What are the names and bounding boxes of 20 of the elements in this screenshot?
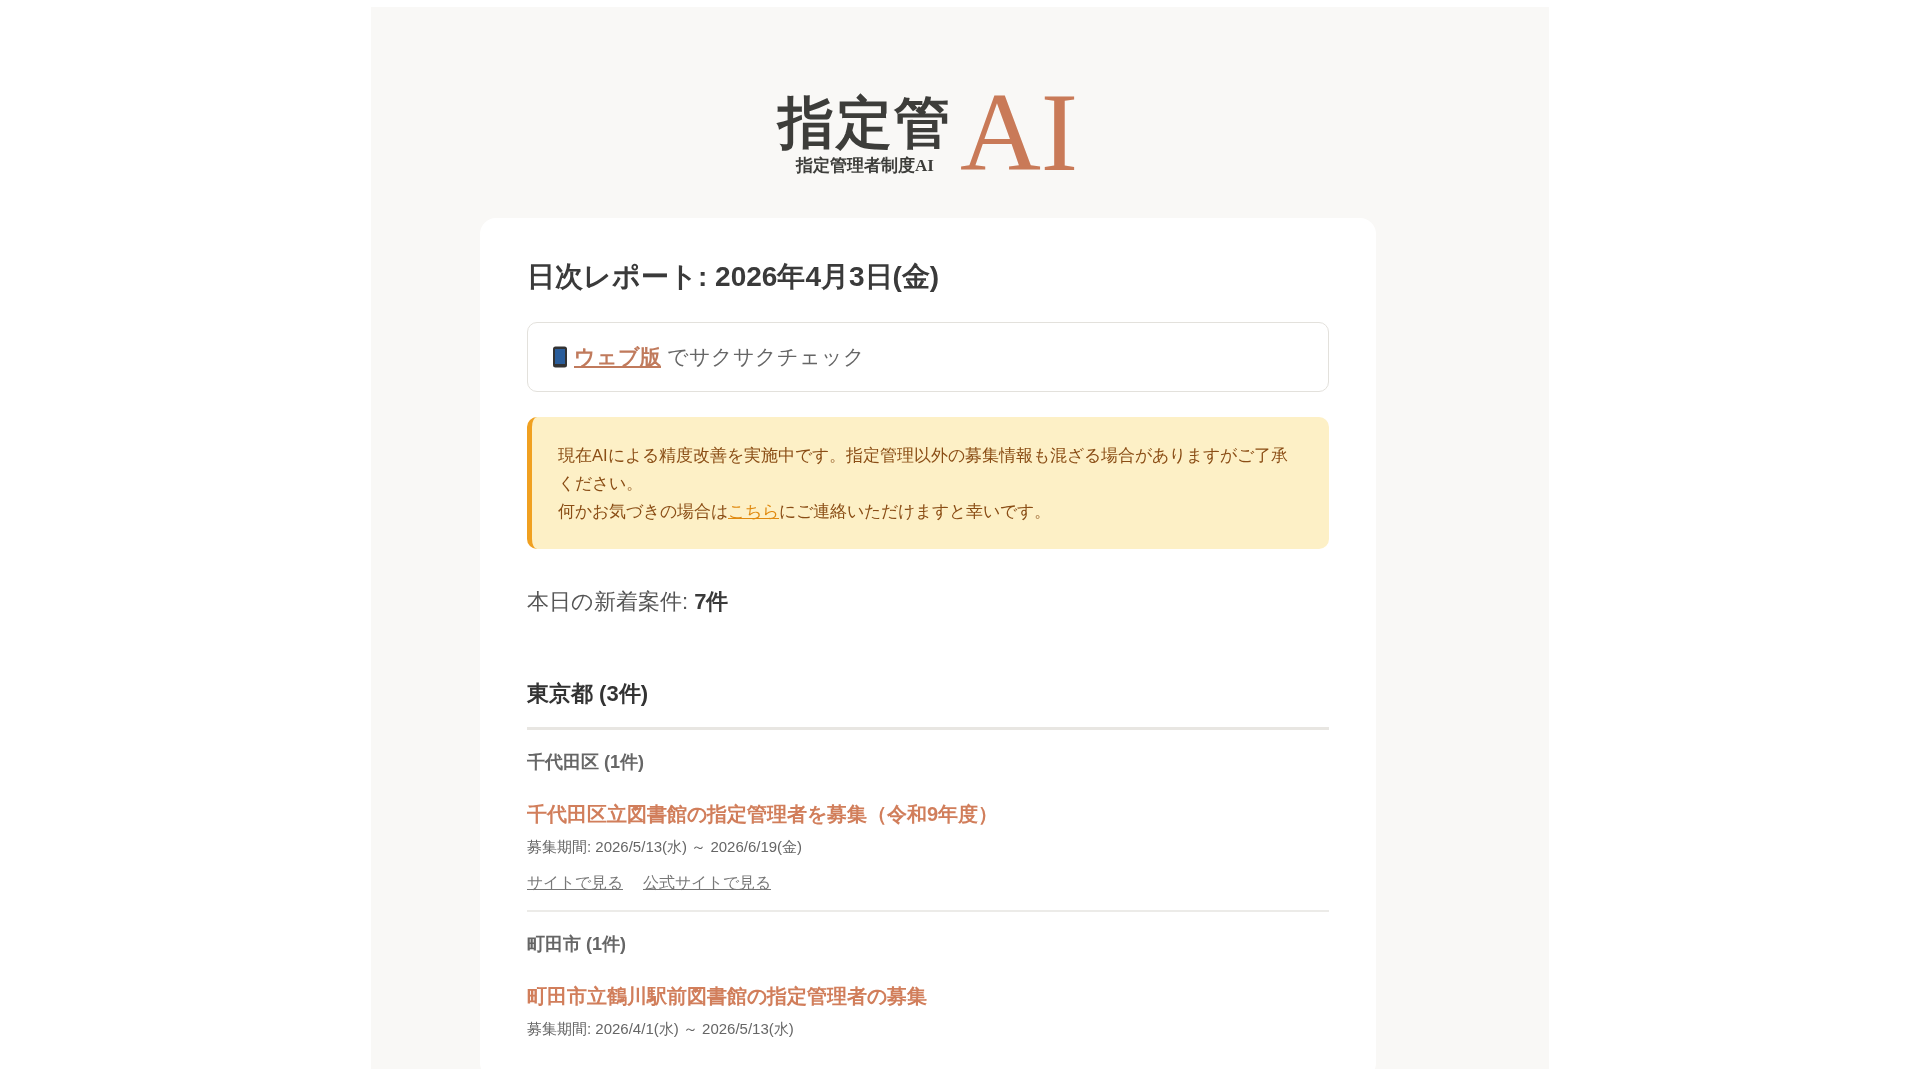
notice-text: 現在AIによる精度改善を実施中です。指定管理以外の募集情報も混ざる場合がありますがご了承ください。	[558, 445, 1289, 495]
listing-title-link[interactable]: 町田市立鶴川駅前図書館の指定管理者の募集	[527, 983, 927, 1011]
phone-icon	[552, 346, 568, 369]
notice-text: 何かお気づきの場合はこちらにご連絡いただけますと幸いです。	[558, 501, 1052, 523]
listing-title-link[interactable]: 千代田区立図書館の指定管理者を募集（令和9年度）	[527, 801, 999, 829]
area-heading: 千代田区 (1件)	[527, 751, 645, 775]
period-text: 募集期間: 2026/5/13(水) ～ 2026/6/19(金)	[527, 838, 804, 858]
section-heading: 東京都 (3件)	[527, 679, 1329, 731]
new-items-count: 本日の新着案件: 7件	[527, 588, 730, 617]
contact-link[interactable]: こちら	[728, 502, 779, 521]
report-title: 日次レポート: 2026年4月3日(金)	[527, 260, 941, 295]
logo-subtitle: 指定管理者制度AI	[795, 157, 934, 175]
area-heading: 町田市 (1件)	[527, 933, 627, 957]
site-link[interactable]: サイトで見る	[527, 873, 623, 895]
web-version-link[interactable]: ウェブ版	[574, 343, 661, 372]
site-link[interactable]: 公式サイトで見る	[643, 873, 771, 895]
banner-text: でサクサクチェック	[667, 344, 865, 371]
logo-accent: AI	[959, 85, 1079, 181]
period-text: 募集期間: 2026/4/1(水) ～ 2026/5/13(水)	[527, 1020, 795, 1040]
logo-text: 指定管	[777, 95, 952, 152]
